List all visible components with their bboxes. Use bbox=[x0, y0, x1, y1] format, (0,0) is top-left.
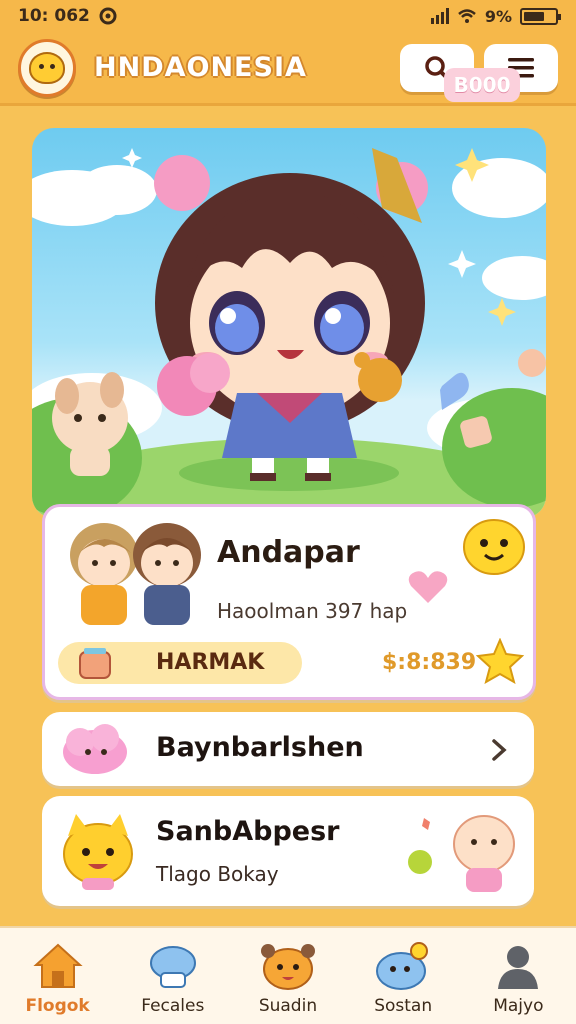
drink-cup-icon bbox=[79, 648, 111, 679]
hero-banner[interactable] bbox=[32, 128, 546, 518]
nav-label: Suadin bbox=[258, 996, 318, 1016]
battery-icon bbox=[520, 7, 561, 25]
pink-cloud-pet-icon bbox=[63, 724, 127, 774]
status-time: 10: 062 bbox=[18, 6, 90, 26]
bottom-navigation: Flogok Fecales Suadin Sostan Majyo bbox=[0, 926, 576, 1024]
tag-label: HARMAK bbox=[156, 650, 265, 675]
featured-subtitle: Haoolman 397 hap bbox=[217, 599, 408, 623]
list-item-title: Baynbarlshen bbox=[156, 732, 364, 763]
yellow-blob-icon bbox=[463, 519, 525, 575]
list-item-title: SanbAbpesr bbox=[156, 816, 340, 847]
nav-item-favorites[interactable]: Fecales bbox=[118, 938, 228, 1016]
nav-item-home[interactable]: Flogok bbox=[3, 938, 113, 1016]
chevron-right-icon[interactable] bbox=[490, 738, 508, 762]
yellow-cat-pet-icon bbox=[63, 814, 133, 890]
nav-item-station[interactable]: Sostan bbox=[348, 938, 458, 1016]
battery-percent: 9% bbox=[484, 6, 512, 26]
list-item[interactable]: SanbAbpesr Tlago Bokay bbox=[42, 796, 534, 906]
list-item[interactable]: Baynbarlshen bbox=[42, 712, 534, 786]
list-item-subtitle: Tlago Bokay bbox=[156, 862, 279, 886]
price-label: $:8:839 bbox=[382, 650, 477, 675]
star-mascot-icon bbox=[476, 638, 524, 684]
anime-girl-illustration bbox=[32, 148, 546, 518]
notification-icon bbox=[99, 7, 117, 25]
heart-icon bbox=[408, 571, 448, 603]
nav-item-center[interactable]: Suadin bbox=[233, 938, 343, 1016]
app-logo[interactable] bbox=[18, 38, 76, 97]
nav-label: Majyo bbox=[493, 996, 544, 1016]
cloud-cup-icon bbox=[149, 946, 196, 988]
pink-pig-pet-icon bbox=[408, 815, 515, 892]
chibi-friends-illustration bbox=[70, 523, 201, 625]
house-icon bbox=[33, 943, 83, 988]
lion-logo-icon bbox=[29, 51, 65, 84]
featured-title: Andapar bbox=[217, 535, 360, 570]
nav-item-profile[interactable]: Majyo bbox=[463, 938, 573, 1016]
blue-pet-icon bbox=[376, 942, 429, 990]
nav-label: Fecales bbox=[141, 996, 205, 1016]
app-title: HNDAONESIA bbox=[94, 52, 307, 83]
cat-face-icon bbox=[260, 944, 315, 990]
nav-label: Flogok bbox=[25, 996, 90, 1016]
status-bar: 10: 062 9% bbox=[0, 0, 576, 32]
person-icon bbox=[498, 946, 539, 989]
nav-label: Sostan bbox=[374, 996, 433, 1016]
signal-icon bbox=[430, 8, 449, 24]
wifi-icon bbox=[458, 9, 476, 23]
status-badge: B000 bbox=[444, 68, 520, 102]
